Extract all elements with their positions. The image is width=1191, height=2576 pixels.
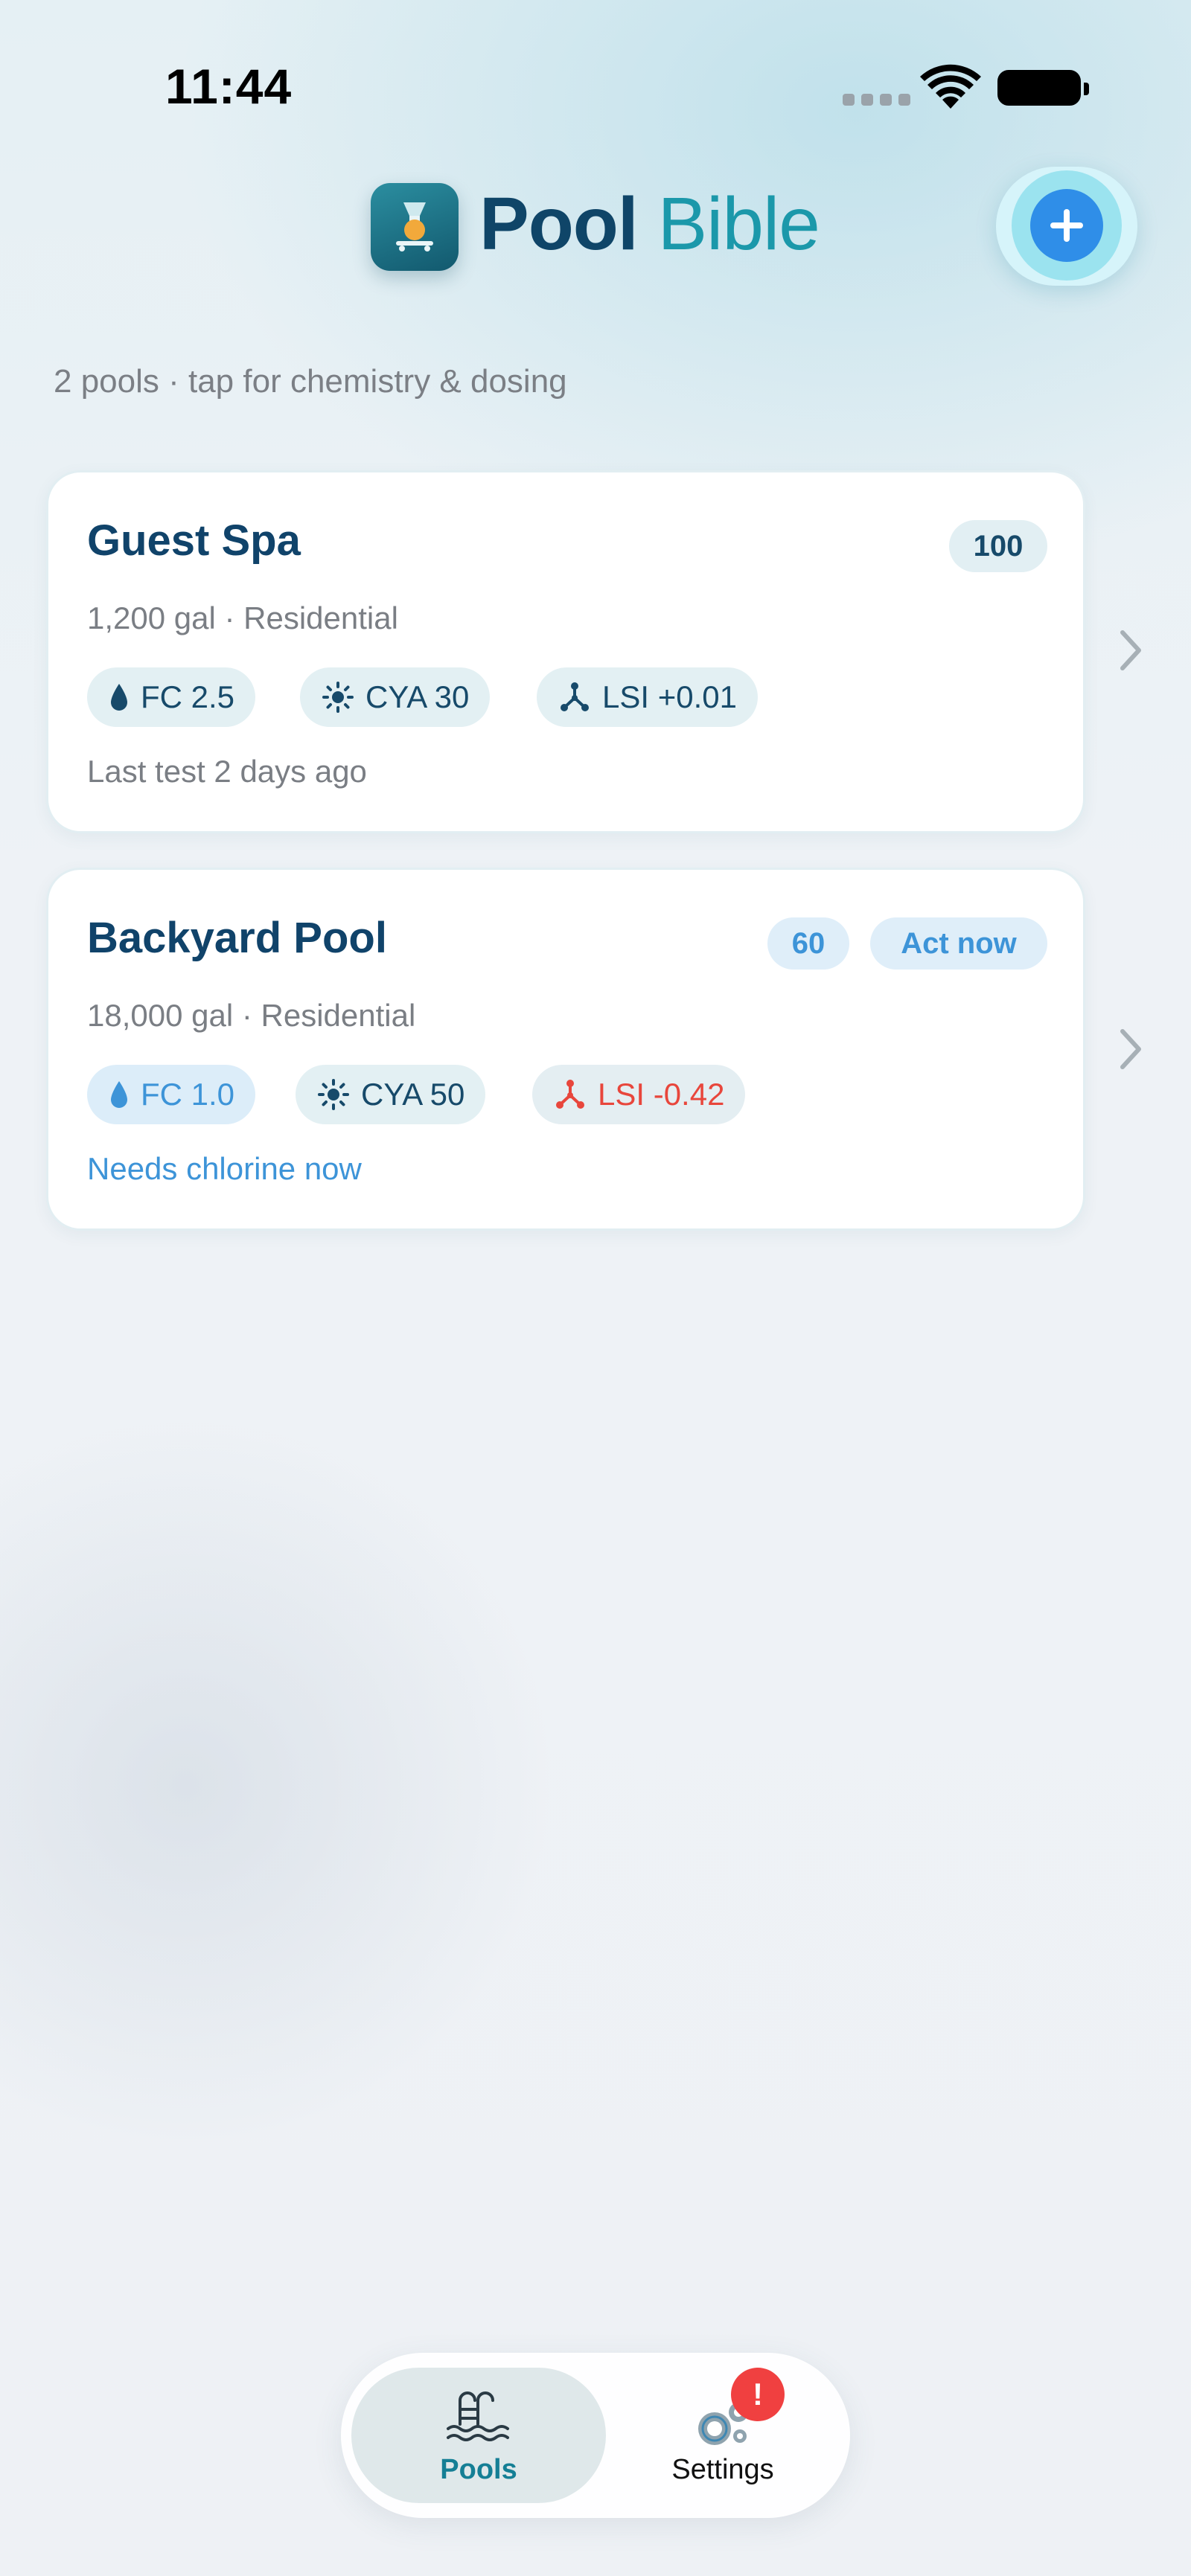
chevron-right-icon[interactable]: [1118, 1027, 1143, 1071]
tab-settings[interactable]: Settings: [606, 2368, 840, 2503]
pool-meta: 1,200 gal · Residential: [87, 600, 398, 635]
sun-icon: [322, 682, 354, 713]
action-note: Needs chlorine now: [87, 1151, 362, 1186]
water-drop-icon: [111, 684, 127, 711]
chip-label: LSI +0.01: [602, 679, 737, 714]
action-badge: Act now: [870, 917, 1047, 970]
score-badge: 100: [949, 520, 1047, 572]
app-title-secondary: Bible: [657, 182, 820, 266]
balance-nodes-icon: [556, 1080, 584, 1109]
wifi-icon: [920, 64, 981, 109]
status-time: 11:44: [165, 59, 293, 114]
chip-cya: CYA 30: [300, 667, 491, 727]
pool-ladder-icon: [447, 2391, 509, 2441]
tab-label: Pools: [440, 2454, 517, 2485]
status-bar: 11:44: [0, 0, 1191, 171]
pool-card-guest-spa[interactable]: Guest Spa 100 1,200 gal · Residential FC…: [46, 470, 1085, 833]
chip-label: CYA 50: [361, 1077, 465, 1112]
app-title: Pool Bible: [479, 182, 820, 267]
cellular-signal-icon: [843, 94, 910, 106]
app-title-primary: Pool: [479, 182, 639, 266]
app-logo: [371, 183, 459, 271]
pool-card-backyard-pool[interactable]: Backyard Pool 60 Act now 18,000 gal · Re…: [46, 868, 1085, 1231]
chip-label: LSI -0.42: [598, 1077, 725, 1112]
battery-icon: [997, 70, 1089, 106]
tab-pools[interactable]: Pools: [351, 2368, 606, 2503]
balance-nodes-icon: [561, 682, 589, 711]
chip-cya: CYA 50: [296, 1065, 486, 1124]
add-pool-button[interactable]: [1030, 189, 1103, 262]
chip-label: FC 2.5: [141, 679, 235, 714]
water-drop-icon: [111, 1081, 127, 1108]
last-test-note: Last test 2 days ago: [87, 754, 367, 789]
pool-name: Backyard Pool: [87, 914, 387, 962]
plus-icon: [1050, 209, 1083, 242]
score-badge: 60: [767, 917, 849, 970]
sun-icon: [318, 1079, 349, 1110]
pool-name: Guest Spa: [87, 516, 301, 565]
pool-meta: 18,000 gal · Residential: [87, 998, 416, 1033]
pools-summary: 2 pools · tap for chemistry & dosing: [54, 363, 567, 400]
chip-free-chlorine: FC 1.0: [87, 1065, 256, 1124]
settings-alert-badge: !: [731, 2368, 785, 2421]
chip-label: FC 1.0: [141, 1077, 235, 1112]
chevron-right-icon[interactable]: [1118, 628, 1143, 673]
chip-lsi: LSI +0.01: [537, 667, 758, 727]
chip-free-chlorine: FC 2.5: [87, 667, 256, 727]
tab-bar: Pools Settings !: [341, 2353, 850, 2518]
pool-chemistry-logo-icon: [396, 202, 433, 251]
tab-label: Settings: [671, 2454, 774, 2485]
chip-lsi: LSI -0.42: [532, 1065, 746, 1124]
chip-label: CYA 30: [365, 679, 470, 714]
